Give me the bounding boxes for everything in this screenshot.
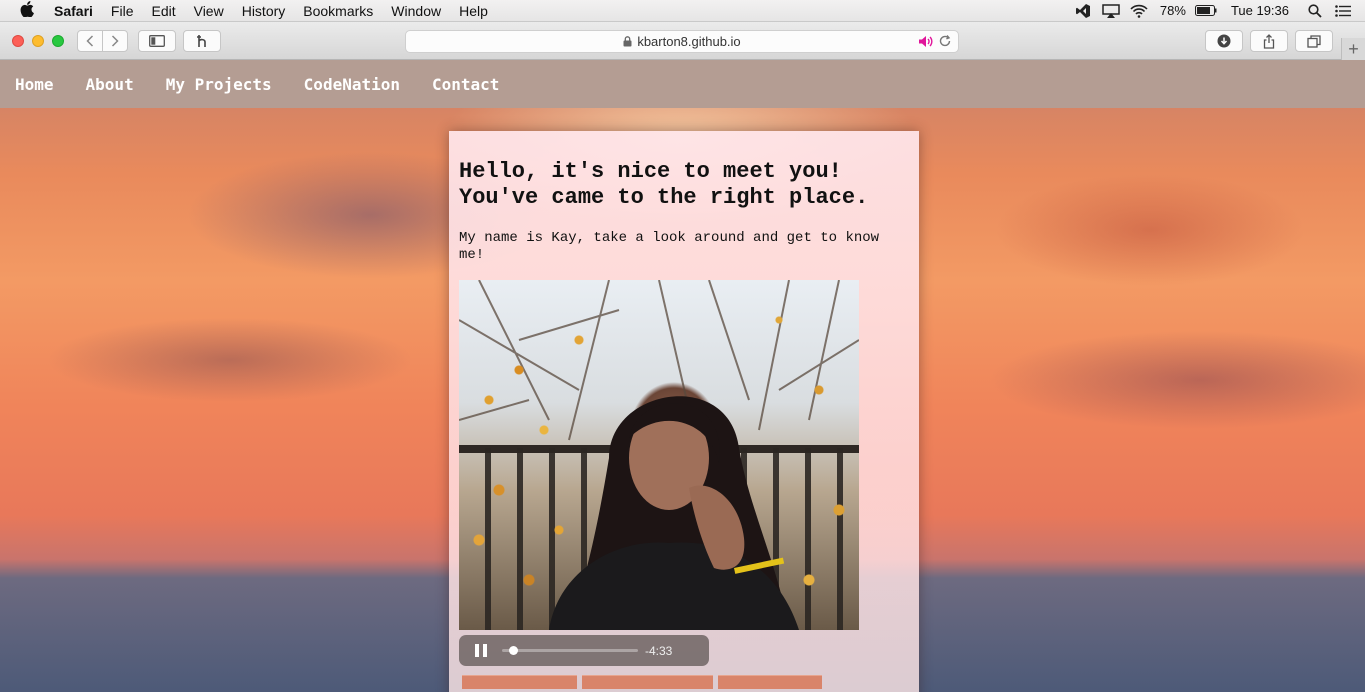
honey-extension-icon	[197, 35, 206, 47]
tabs-icon	[1307, 34, 1321, 48]
web-page: Home About My Projects CodeNation Contac…	[0, 60, 1365, 692]
chevron-right-icon	[111, 35, 119, 47]
audio-progress-track[interactable]	[502, 646, 638, 655]
page-heading: Hello, it's nice to meet you! You've cam…	[459, 159, 909, 211]
menu-file[interactable]: File	[102, 3, 143, 19]
nav-my-projects[interactable]: My Projects	[166, 75, 272, 94]
intro-card: Hello, it's nice to meet you! You've cam…	[449, 131, 919, 692]
menu-history[interactable]: History	[233, 3, 295, 19]
pause-button[interactable]	[475, 644, 487, 657]
menu-edit[interactable]: Edit	[142, 3, 184, 19]
intro-text: My name is Kay, take a look around and g…	[459, 230, 880, 263]
new-tab-button[interactable]: +	[1341, 38, 1365, 60]
extension-button[interactable]	[183, 30, 221, 52]
sidebar-toggle-button[interactable]	[138, 30, 176, 52]
audio-playing-icon[interactable]	[918, 35, 934, 48]
menu-bookmarks[interactable]: Bookmarks	[294, 3, 382, 19]
minimize-window-button[interactable]	[32, 35, 44, 47]
reload-icon[interactable]	[938, 34, 952, 48]
macos-menu-bar: Safari File Edit View History Bookmarks …	[0, 0, 1365, 22]
audio-progress-knob[interactable]	[508, 646, 518, 655]
battery-icon[interactable]	[1193, 0, 1219, 22]
audio-player: -4:33	[459, 635, 709, 666]
notification-center-icon[interactable]	[1329, 0, 1357, 22]
lock-icon	[623, 36, 632, 47]
spotlight-search-icon[interactable]	[1301, 0, 1329, 22]
address-bar[interactable]: kbarton8.github.io	[405, 30, 959, 53]
airplay-icon[interactable]	[1097, 0, 1125, 22]
nav-contact[interactable]: Contact	[432, 75, 499, 94]
forward-button[interactable]	[102, 30, 128, 52]
menu-clock[interactable]: Tue 19:36	[1219, 3, 1301, 18]
heading-line-2: You've came to the right place.	[459, 185, 869, 210]
nav-codenation[interactable]: CodeNation	[304, 75, 400, 94]
menu-help[interactable]: Help	[450, 3, 497, 19]
menu-app-name[interactable]: Safari	[54, 3, 102, 19]
back-button[interactable]	[77, 30, 103, 52]
downloads-button[interactable]	[1205, 30, 1243, 52]
time-remaining: -4:33	[645, 643, 673, 658]
tabs-overview-button[interactable]	[1295, 30, 1333, 52]
share-button[interactable]	[1250, 30, 1288, 52]
plus-icon: +	[1348, 38, 1359, 59]
menu-window[interactable]: Window	[382, 3, 450, 19]
battery-percent: 78%	[1159, 3, 1186, 18]
share-icon	[1263, 33, 1275, 49]
profile-photo	[459, 280, 859, 630]
card-tab-3[interactable]	[718, 675, 822, 689]
menu-view[interactable]: View	[185, 3, 233, 19]
nav-home[interactable]: Home	[15, 75, 54, 94]
safari-toolbar: kbarton8.github.io +	[0, 22, 1365, 60]
chevron-left-icon	[86, 35, 94, 47]
vscode-icon[interactable]	[1069, 0, 1097, 22]
nav-about[interactable]: About	[86, 75, 134, 94]
card-tab-1[interactable]	[462, 675, 577, 689]
sidebar-icon	[149, 35, 165, 47]
apple-icon[interactable]	[0, 0, 54, 21]
wifi-icon[interactable]	[1125, 0, 1153, 22]
heading-line-1: Hello, it's nice to meet you!	[459, 159, 842, 184]
person-portrait	[549, 396, 799, 630]
url-text: kbarton8.github.io	[637, 34, 741, 49]
site-navbar: Home About My Projects CodeNation Contac…	[0, 60, 1365, 108]
card-tab-2[interactable]	[582, 675, 713, 689]
zoom-window-button[interactable]	[52, 35, 64, 47]
close-window-button[interactable]	[12, 35, 24, 47]
download-icon	[1217, 34, 1231, 48]
